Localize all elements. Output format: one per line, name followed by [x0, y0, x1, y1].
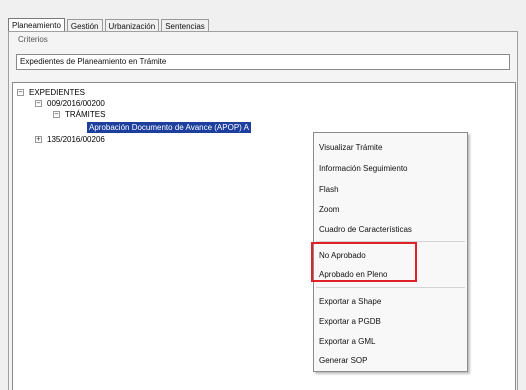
tree-node-tramites[interactable]: − TRÁMITES [53, 109, 107, 120]
expand-icon[interactable]: + [35, 136, 42, 143]
annotation-highlight-box [311, 242, 417, 282]
tree-node-label: Aprobación Documento de Avance (APOP) A [87, 122, 251, 133]
menu-item-visualizar-tramite[interactable]: Visualizar Trámite [319, 143, 382, 152]
tab-bar: Planeamiento Gestión Urbanización Senten… [8, 18, 211, 32]
menu-item-exportar-gml[interactable]: Exportar a GML [319, 337, 375, 346]
tree-node-tramite-selected[interactable]: Aprobación Documento de Avance (APOP) A [87, 122, 251, 133]
collapse-icon[interactable]: − [17, 89, 24, 96]
criteria-field[interactable]: Expedientes de Planeamiento en Trámite [16, 54, 510, 70]
tree-node-label: TRÁMITES [65, 110, 106, 119]
menu-item-exportar-shape[interactable]: Exportar a Shape [319, 297, 381, 306]
menu-item-exportar-pgdb[interactable]: Exportar a PGDB [319, 317, 381, 326]
menu-item-zoom[interactable]: Zoom [319, 205, 339, 214]
criteria-legend: Criterios [18, 35, 48, 44]
menu-item-informacion-seguimiento[interactable]: Información Seguimiento [319, 164, 408, 173]
menu-item-generar-sop[interactable]: Generar SOP [319, 356, 367, 365]
tree-node-expedientes[interactable]: − EXPEDIENTES [17, 87, 87, 98]
menu-separator [316, 287, 465, 288]
tree-node-label: 009/2016/00200 [47, 99, 105, 108]
tree-node-label: EXPEDIENTES [29, 88, 86, 97]
tree-node-expediente[interactable]: + 135/2016/00206 [35, 134, 107, 145]
tree-node-label: 135/2016/00206 [47, 135, 105, 144]
collapse-icon[interactable]: − [35, 100, 42, 107]
menu-item-flash[interactable]: Flash [319, 185, 339, 194]
menu-item-cuadro-caracteristicas[interactable]: Cuadro de Características [319, 225, 412, 234]
collapse-icon[interactable]: − [53, 111, 60, 118]
tab-planeamiento[interactable]: Planeamiento [8, 18, 65, 32]
tree-node-expediente[interactable]: − 009/2016/00200 [35, 98, 107, 109]
